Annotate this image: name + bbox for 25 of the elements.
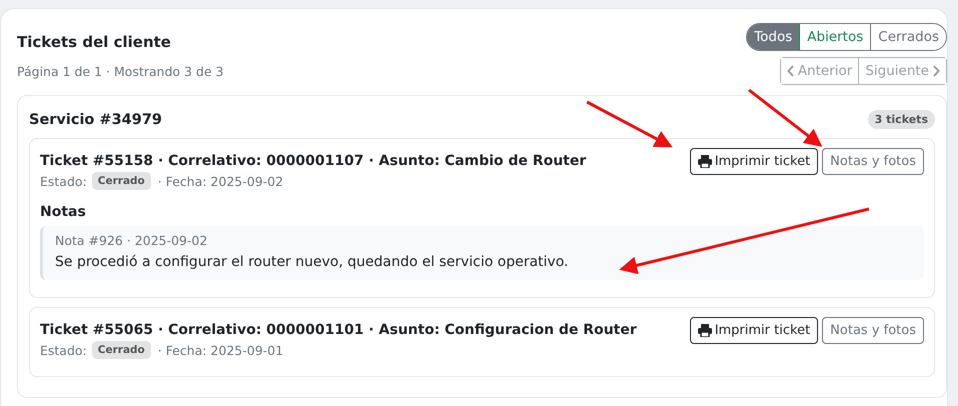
ticket-count: 3 tickets [868, 110, 935, 129]
note-text: Se procedió a configurar el router nuevo, quedando el servicio operativo. [55, 254, 570, 270]
printer-icon [698, 155, 712, 168]
chevron-right-icon [932, 65, 940, 77]
print-button[interactable]: Imprimir ticket [690, 148, 818, 175]
page-title: Tickets del cliente [17, 33, 171, 51]
ticket-title: Ticket #55158 · Correlativo: 0000001107 · Asunto: Cambio de Router [40, 153, 586, 169]
notes-button[interactable]: Notas y fotos [822, 148, 924, 175]
filter-tab[interactable]: Todos [747, 24, 800, 50]
notes-title: Notas [40, 204, 87, 220]
notes-button[interactable]: Notas y fotos [822, 317, 924, 344]
ticket-date: · Fecha: 2025-09-01 [158, 342, 284, 358]
print-button[interactable]: Imprimir ticket [690, 317, 818, 344]
page-info: Página 1 de 1 · Mostrando 3 de 3 [17, 64, 224, 78]
status-label: Estado: [40, 342, 87, 358]
status-badge: Cerrado [92, 172, 151, 190]
ticket-title: Ticket #55065 · Correlativo: 0000001101 · Asunto: Configuracion de Router [40, 322, 637, 338]
printer-icon [698, 324, 712, 337]
status-label: Estado: [40, 174, 87, 188]
filter-tab[interactable]: Cerrados [870, 24, 946, 50]
ticket-date: · Fecha: 2025-09-02 [158, 174, 284, 188]
chevron-left-icon [786, 65, 795, 77]
status-badge: Cerrado [92, 341, 151, 359]
service-title: Servicio #34979 [29, 112, 162, 128]
note-meta: Nota #926 · 2025-09-02 [55, 233, 208, 248]
